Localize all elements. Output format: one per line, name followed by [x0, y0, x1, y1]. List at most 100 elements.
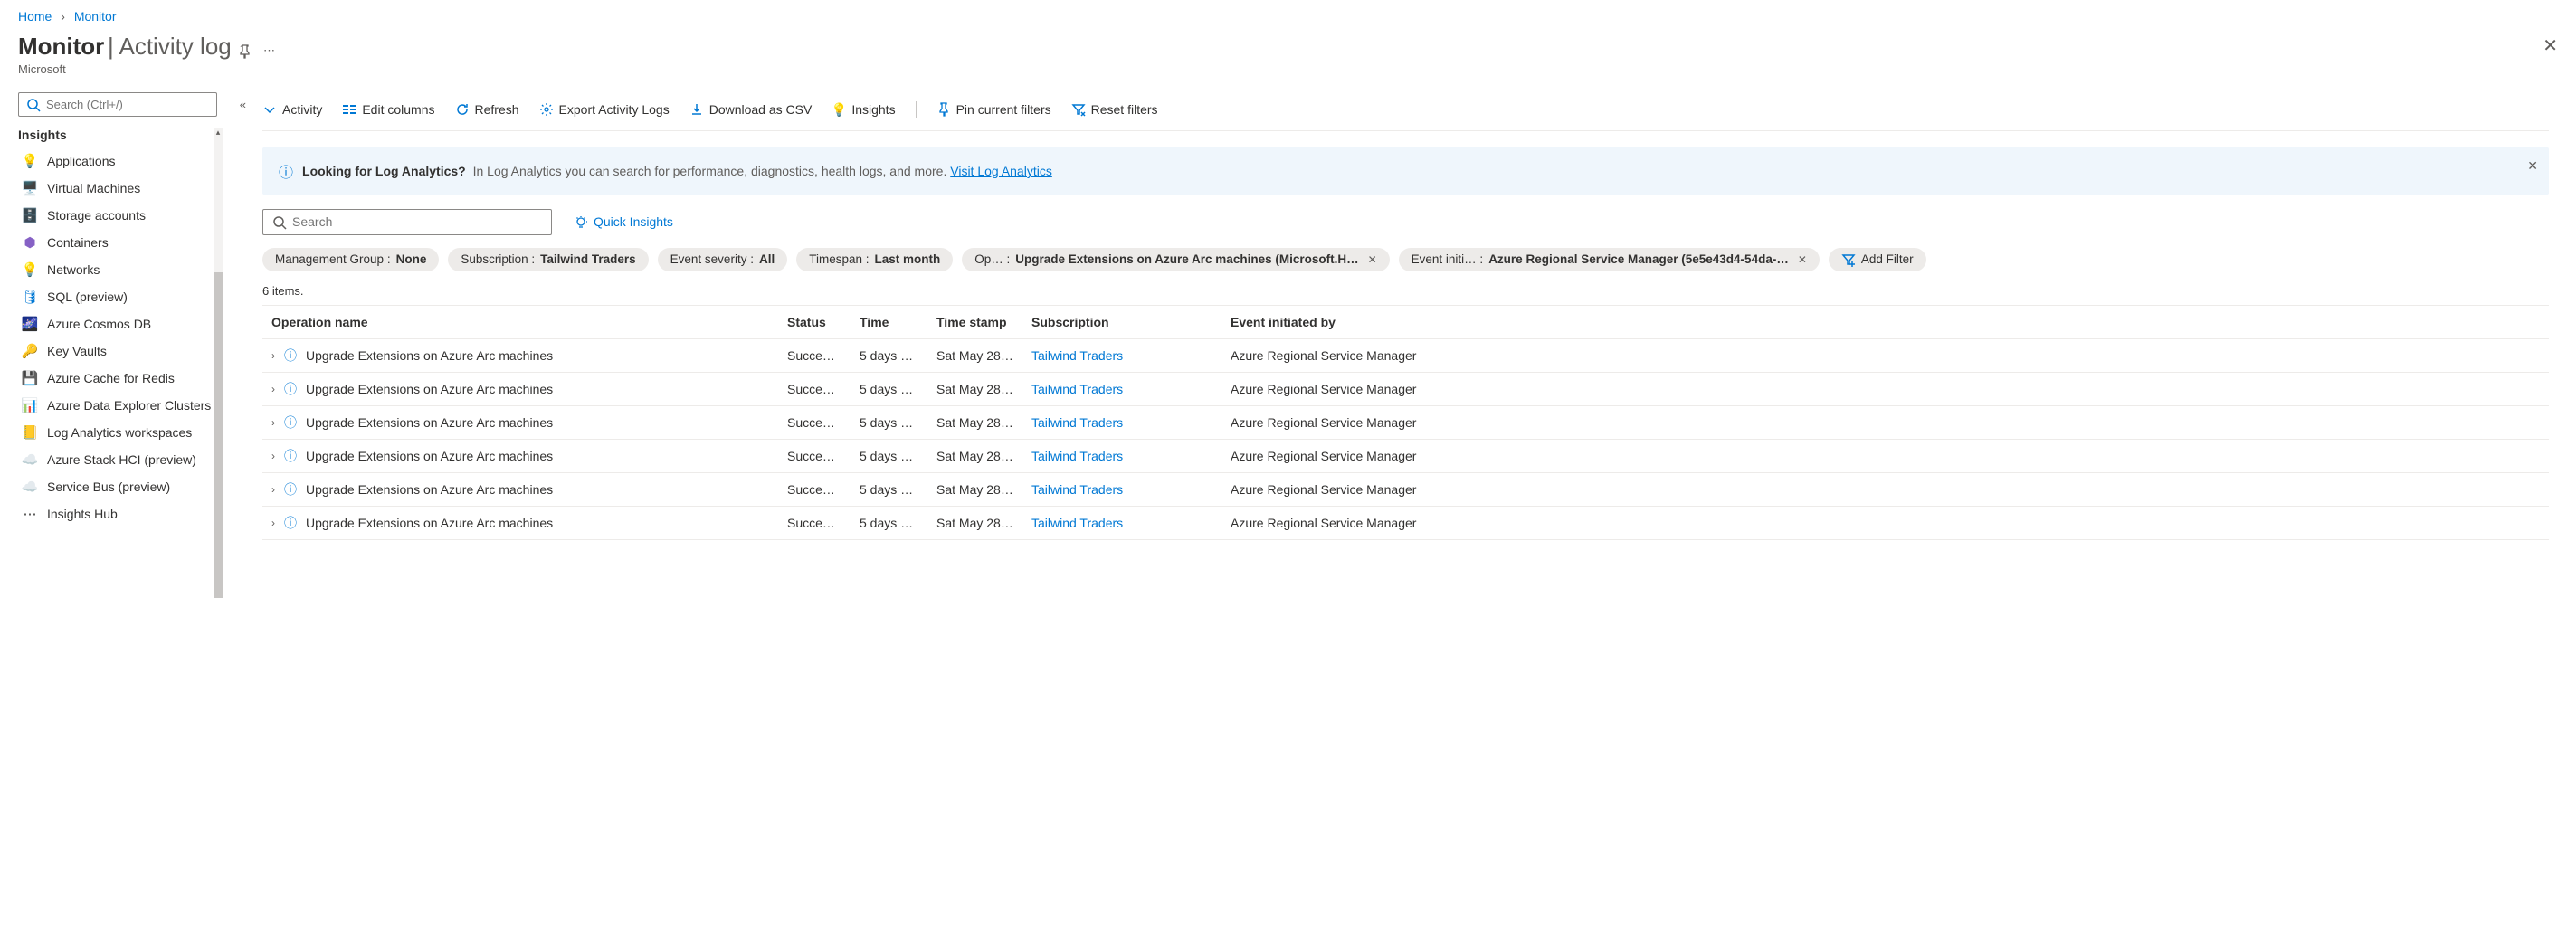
sidebar-item[interactable]: 🗄️ Storage accounts: [18, 202, 217, 229]
row-expand[interactable]: › ⓘ Upgrade Extensions on Azure Arc mach…: [271, 413, 553, 432]
table-row[interactable]: › ⓘ Upgrade Extensions on Azure Arc mach…: [262, 507, 2549, 540]
toolbar-insights[interactable]: 💡 Insights: [832, 102, 895, 117]
row-expand[interactable]: › ⓘ Upgrade Extensions on Azure Arc mach…: [271, 514, 553, 532]
sidebar-search-input[interactable]: [46, 98, 209, 111]
filter-pill[interactable]: Event initi… : Azure Regional Service Ma…: [1399, 248, 1820, 271]
sidebar-item[interactable]: 🛢 SQL (preview): [18, 283, 217, 310]
cell-subscription-link[interactable]: Tailwind Traders: [1031, 516, 1123, 530]
sidebar-item[interactable]: ☁️ Azure Stack HCI (preview): [18, 446, 217, 473]
nav-item-icon: 🔑: [22, 343, 38, 359]
breadcrumb-home[interactable]: Home: [18, 9, 52, 24]
operation-name: Upgrade Extensions on Azure Arc machines: [306, 516, 553, 530]
row-expand[interactable]: › ⓘ Upgrade Extensions on Azure Arc mach…: [271, 480, 553, 499]
nav-item-label: Log Analytics workspaces: [47, 425, 192, 440]
banner-link[interactable]: Visit Log Analytics: [950, 164, 1052, 178]
filter-pill[interactable]: Event severity : All: [658, 248, 788, 271]
banner-close-icon[interactable]: ✕: [2527, 158, 2538, 174]
sidebar-search[interactable]: [18, 92, 217, 117]
filter-value: Last month: [875, 252, 941, 266]
toolbar-refresh[interactable]: Refresh: [455, 102, 519, 117]
refresh-icon: [455, 102, 470, 117]
activity-search-input[interactable]: [292, 214, 542, 229]
sidebar-item[interactable]: 💡 Networks: [18, 256, 217, 283]
toolbar-download-csv[interactable]: Download as CSV: [689, 102, 813, 117]
cell-initiated-by: Azure Regional Service Manager: [1221, 406, 2549, 440]
info-icon: ⓘ: [284, 514, 297, 532]
operation-name: Upgrade Extensions on Azure Arc machines: [306, 348, 553, 363]
activity-search[interactable]: [262, 209, 552, 235]
pin-icon[interactable]: [234, 40, 260, 61]
nav-item-label: SQL (preview): [47, 290, 128, 304]
table-row[interactable]: › ⓘ Upgrade Extensions on Azure Arc mach…: [262, 473, 2549, 507]
quick-insights-link[interactable]: Quick Insights: [574, 214, 673, 230]
col-operation[interactable]: Operation name: [262, 306, 778, 339]
table-row[interactable]: › ⓘ Upgrade Extensions on Azure Arc mach…: [262, 440, 2549, 473]
cell-subscription-link[interactable]: Tailwind Traders: [1031, 415, 1123, 430]
row-expand[interactable]: › ⓘ Upgrade Extensions on Azure Arc mach…: [271, 447, 553, 465]
sidebar-scrollbar[interactable]: ▴: [214, 128, 223, 527]
sidebar-item[interactable]: ☁️ Service Bus (preview): [18, 473, 217, 500]
info-icon: ⓘ: [284, 480, 297, 499]
cell-subscription-link[interactable]: Tailwind Traders: [1031, 482, 1123, 497]
sidebar-item[interactable]: 💡 Applications: [18, 147, 217, 175]
filter-pill[interactable]: Timespan : Last month: [796, 248, 953, 271]
info-icon: ⓘ: [284, 380, 297, 398]
sidebar-item[interactable]: 💾 Azure Cache for Redis: [18, 365, 217, 392]
sidebar-item[interactable]: 🖥️ Virtual Machines: [18, 175, 217, 202]
toolbar-edit-columns[interactable]: Edit columns: [342, 102, 434, 117]
nav-item-icon: ⬢: [22, 234, 38, 251]
toolbar-activity[interactable]: Activity: [262, 102, 322, 117]
sidebar-item[interactable]: ⋯ Insights Hub: [18, 500, 217, 527]
sidebar-item[interactable]: ⬢ Containers: [18, 229, 217, 256]
sidebar-scrollbar-thumb[interactable]: [214, 272, 223, 598]
filter-value: All: [759, 252, 775, 266]
toolbar-reset-filters[interactable]: Reset filters: [1071, 102, 1158, 117]
col-subscription[interactable]: Subscription: [1022, 306, 1221, 339]
sidebar-item[interactable]: 🔑 Key Vaults: [18, 337, 217, 365]
sidebar-section-header: Insights: [18, 128, 217, 142]
filter-remove-icon[interactable]: ✕: [1368, 253, 1377, 266]
filter-pill[interactable]: Op… : Upgrade Extensions on Azure Arc ma…: [962, 248, 1389, 271]
table-row[interactable]: › ⓘ Upgrade Extensions on Azure Arc mach…: [262, 339, 2549, 373]
table-row[interactable]: › ⓘ Upgrade Extensions on Azure Arc mach…: [262, 406, 2549, 440]
more-icon[interactable]: ⋯: [260, 40, 279, 61]
filter-value: None: [396, 252, 427, 266]
cell-initiated-by: Azure Regional Service Manager: [1221, 507, 2549, 540]
col-timestamp[interactable]: Time stamp: [927, 306, 1022, 339]
sidebar-item[interactable]: 🌌 Azure Cosmos DB: [18, 310, 217, 337]
collapse-sidebar-icon[interactable]: «: [240, 98, 246, 111]
search-icon: [26, 97, 41, 112]
cell-subscription-link[interactable]: Tailwind Traders: [1031, 382, 1123, 396]
add-filter-button[interactable]: Add Filter: [1829, 248, 1926, 271]
table-row[interactable]: › ⓘ Upgrade Extensions on Azure Arc mach…: [262, 373, 2549, 406]
banner-body: In Log Analytics you can search for perf…: [473, 164, 947, 178]
filter-pill[interactable]: Management Group : None: [262, 248, 439, 271]
toolbar-pin-filters[interactable]: Pin current filters: [936, 102, 1051, 117]
nav-item-icon: 💡: [22, 261, 38, 278]
page-subtitle: | Activity log: [108, 33, 232, 60]
gear-icon: [539, 102, 554, 117]
sidebar-item[interactable]: 📒 Log Analytics workspaces: [18, 419, 217, 446]
cell-subscription-link[interactable]: Tailwind Traders: [1031, 449, 1123, 463]
toolbar-export[interactable]: Export Activity Logs: [539, 102, 670, 117]
filter-remove-icon[interactable]: ✕: [1798, 253, 1807, 266]
filter-key: Management Group :: [275, 252, 391, 266]
nav-item-label: Azure Cosmos DB: [47, 317, 151, 331]
nav-item-icon: 🖥️: [22, 180, 38, 196]
col-status[interactable]: Status: [778, 306, 851, 339]
close-blade-icon[interactable]: ✕: [2543, 34, 2558, 57]
breadcrumb-monitor[interactable]: Monitor: [74, 9, 117, 24]
nav-item-label: Azure Cache for Redis: [47, 371, 175, 385]
row-expand[interactable]: › ⓘ Upgrade Extensions on Azure Arc mach…: [271, 347, 553, 365]
filter-pill[interactable]: Subscription : Tailwind Traders: [448, 248, 648, 271]
row-expand[interactable]: › ⓘ Upgrade Extensions on Azure Arc mach…: [271, 380, 553, 398]
scrollbar-up-arrow-icon[interactable]: ▴: [214, 128, 223, 138]
cell-subscription-link[interactable]: Tailwind Traders: [1031, 348, 1123, 363]
nav-item-icon: 📊: [22, 397, 38, 413]
sidebar-item[interactable]: 📊 Azure Data Explorer Clusters: [18, 392, 217, 419]
filter-key: Timespan :: [809, 252, 869, 266]
col-initiated-by[interactable]: Event initiated by: [1221, 306, 2549, 339]
nav-item-label: Virtual Machines: [47, 181, 140, 195]
col-time[interactable]: Time: [851, 306, 927, 339]
nav-item-label: Storage accounts: [47, 208, 146, 223]
